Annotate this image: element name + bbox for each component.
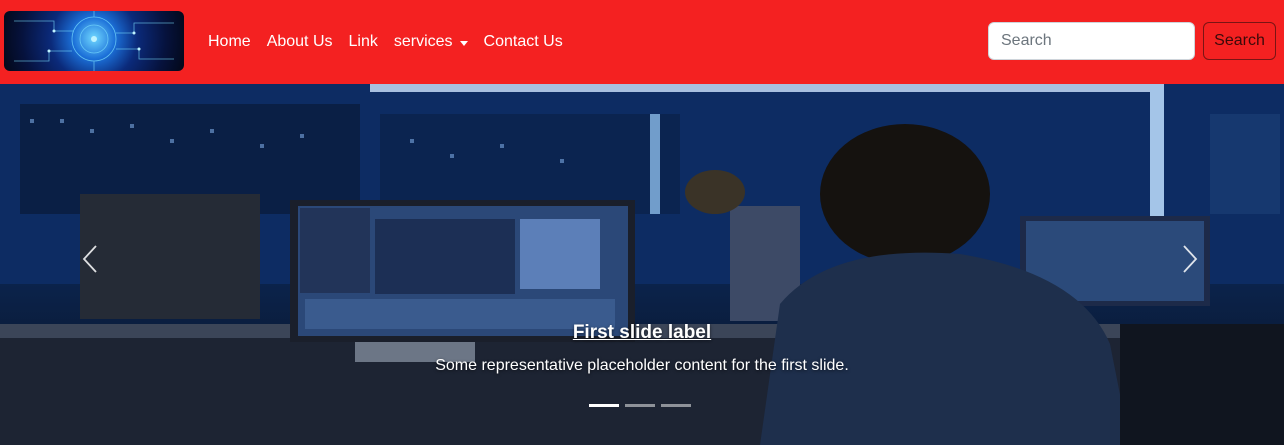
navbar: Home About Us Link services Contact Us S… <box>0 0 1284 84</box>
chevron-left-icon <box>82 245 97 273</box>
slide-caption-text: Some representative placeholder content … <box>435 357 849 374</box>
carousel-indicator-2[interactable] <box>625 404 655 407</box>
carousel-indicators <box>589 404 697 407</box>
carousel: First slide label Some representative pl… <box>0 84 1284 445</box>
chevron-right-icon <box>1183 245 1198 273</box>
search-input[interactable] <box>988 22 1195 60</box>
nav-link-about-us[interactable]: About Us <box>267 33 333 51</box>
search-button[interactable]: Search <box>1203 22 1276 60</box>
nav-link-link[interactable]: Link <box>349 33 378 51</box>
slide-caption-title: First slide label <box>572 322 712 343</box>
slide-image <box>0 84 1284 445</box>
carousel-prev-control[interactable] <box>70 234 110 284</box>
nav-dropdown-services[interactable]: services <box>394 33 468 51</box>
caret-down-icon <box>459 40 468 46</box>
nav-dropdown-services-label: services <box>393 33 453 50</box>
nav-links: Home About Us Link services Contact Us <box>208 0 579 84</box>
carousel-indicator-1[interactable] <box>589 404 619 407</box>
circuit-brain-logo-icon <box>14 11 174 71</box>
nav-link-contact-us[interactable]: Contact Us <box>484 33 563 51</box>
carousel-next-control[interactable] <box>1170 234 1210 284</box>
nav-link-home[interactable]: Home <box>208 33 251 51</box>
brand-logo[interactable] <box>4 11 184 71</box>
carousel-indicator-3[interactable] <box>661 404 691 407</box>
